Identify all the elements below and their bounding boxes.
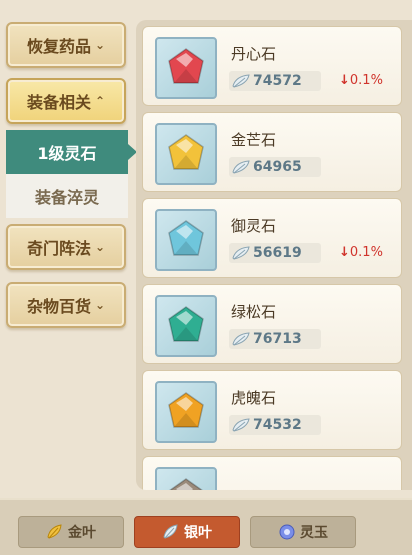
subcategory-equipment-tempering[interactable]: 装备淬灵: [6, 174, 128, 218]
price-change-value: 0.1%: [349, 245, 383, 260]
currency-tab-bar: 金叶 银叶 灵玉: [0, 498, 412, 555]
silver-leaf-icon: [232, 332, 250, 346]
item-card[interactable]: 御灵石 56619 ↓0.1%: [142, 198, 402, 278]
item-name: 御灵石: [231, 217, 277, 235]
category-sundries[interactable]: 杂物百货 ⌄: [6, 282, 126, 328]
tab-label: 灵玉: [300, 525, 328, 541]
subcategory-label: 装备淬灵: [34, 188, 99, 207]
silver-leaf-icon: [163, 524, 178, 539]
gem-icon-frame: [155, 467, 217, 490]
category-formations[interactable]: 奇门阵法 ⌄: [6, 224, 126, 270]
subcategory-label: 1级灵石: [37, 144, 97, 163]
tab-label: 金叶: [68, 525, 96, 541]
silver-leaf-icon: [232, 74, 250, 88]
item-price-box: 56619: [229, 243, 321, 263]
gem-icon-frame: [155, 123, 217, 185]
item-name: 绿松石: [231, 303, 277, 321]
item-card[interactable]: [142, 456, 402, 490]
gem-icon-frame: [155, 381, 217, 443]
item-name: 丹心石: [231, 45, 277, 63]
tab-spirit-jade[interactable]: 灵玉: [250, 516, 356, 548]
item-price-box: 74572: [229, 71, 321, 91]
item-price-box: 76713: [229, 329, 321, 349]
tab-label: 银叶: [184, 525, 212, 541]
item-card[interactable]: 金芒石 64965: [142, 112, 402, 192]
item-price-box: 64965: [229, 157, 321, 177]
gem-icon: [169, 478, 203, 490]
gold-leaf-icon: [47, 524, 62, 539]
category-label: 杂物百货: [26, 297, 91, 316]
silver-leaf-icon: [232, 246, 250, 260]
item-name: 金芒石: [231, 131, 277, 149]
gem-icon: [168, 392, 204, 428]
item-card[interactable]: 虎魄石 74532: [142, 370, 402, 450]
gem-icon: [168, 306, 204, 342]
item-card[interactable]: 绿松石 76713: [142, 284, 402, 364]
price-change: ↓0.1%: [339, 73, 383, 88]
item-card[interactable]: 丹心石 74572 ↓0.1%: [142, 26, 402, 106]
tab-gold-leaf[interactable]: 金叶: [18, 516, 124, 548]
chevron-down-icon: ⌄: [94, 298, 106, 312]
gem-icon-frame: [155, 37, 217, 99]
price-change: ↓0.1%: [339, 245, 383, 260]
item-price: 64965: [253, 159, 302, 175]
category-label: 恢复药品: [26, 37, 91, 56]
chevron-down-icon: ⌄: [94, 38, 106, 52]
gem-icon: [168, 220, 204, 256]
down-arrow-icon: ↓: [339, 73, 350, 88]
silver-leaf-icon: [232, 160, 250, 174]
gem-icon-frame: [155, 295, 217, 357]
silver-leaf-icon: [232, 418, 250, 432]
category-equipment[interactable]: 装备相关 ⌃: [6, 78, 126, 124]
item-price: 74572: [253, 73, 302, 89]
tab-silver-leaf[interactable]: 银叶: [134, 516, 240, 548]
item-name: 虎魄石: [231, 389, 277, 407]
subcategory-lv1-spirit-stone[interactable]: 1级灵石: [6, 130, 137, 174]
category-label: 奇门阵法: [26, 239, 91, 258]
category-label: 装备相关: [26, 93, 91, 112]
item-price-box: 74532: [229, 415, 321, 435]
item-price: 74532: [253, 417, 302, 433]
chevron-down-icon: ⌄: [94, 240, 106, 254]
spirit-jade-icon: [279, 524, 295, 540]
gem-icon-frame: [155, 209, 217, 271]
chevron-up-icon: ⌃: [94, 94, 106, 108]
category-recovery-potions[interactable]: 恢复药品 ⌄: [6, 22, 126, 68]
item-list: 丹心石 74572 ↓0.1% 金芒石 64965 御灵石 56619 ↓0.1…: [142, 26, 412, 490]
item-price: 76713: [253, 331, 302, 347]
item-list-panel[interactable]: 丹心石 74572 ↓0.1% 金芒石 64965 御灵石 56619 ↓0.1…: [136, 20, 412, 490]
price-change-value: 0.1%: [349, 73, 383, 88]
gem-icon: [168, 134, 204, 170]
item-price: 56619: [253, 245, 302, 261]
category-sidebar: 恢复药品 ⌄ 装备相关 ⌃ 1级灵石 装备淬灵 奇门阵法 ⌄ 杂物百货 ⌄: [0, 0, 137, 490]
gem-icon: [168, 48, 204, 84]
down-arrow-icon: ↓: [339, 245, 350, 260]
